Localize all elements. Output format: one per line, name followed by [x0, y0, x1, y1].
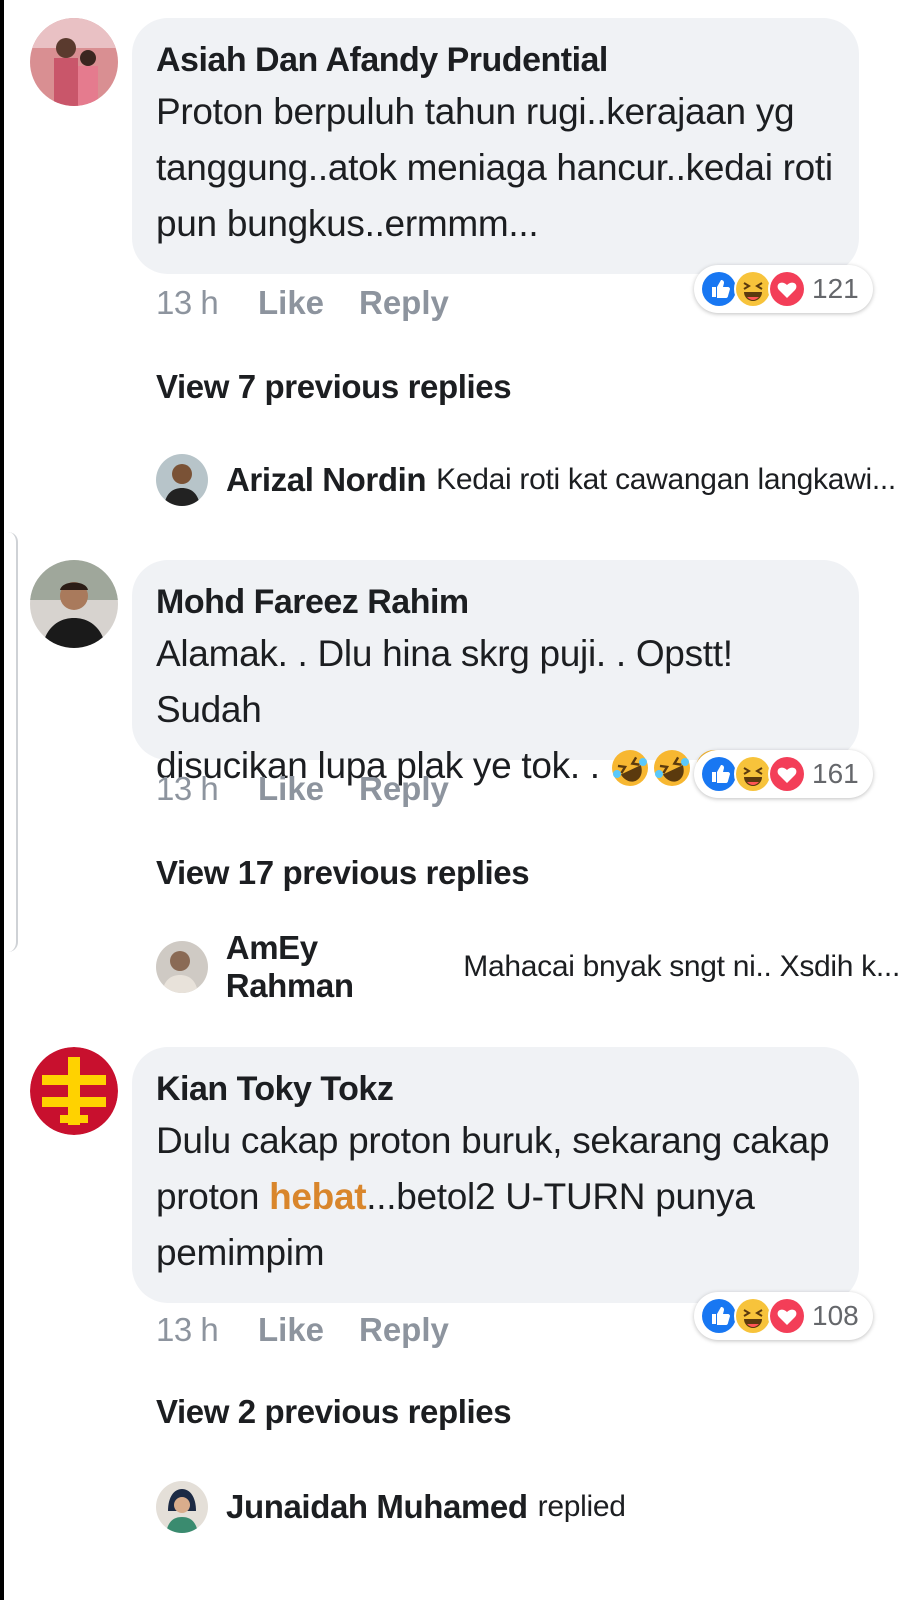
comment-author[interactable]: Asiah Dan Afandy Prudential: [156, 40, 835, 80]
rolling-laughing-emoji: [611, 750, 648, 787]
love-icon: [768, 755, 806, 793]
reply-avatar[interactable]: [156, 454, 208, 506]
comment-actions: 13 h Like Reply: [156, 1311, 449, 1349]
reply-preview[interactable]: AmEy Rahman Mahacai bnyak sngt ni.. Xsdi…: [156, 929, 900, 1005]
comment-timestamp[interactable]: 13 h: [156, 284, 258, 322]
comment-actions: 13 h Like Reply: [156, 770, 449, 808]
rolling-laughing-emoji: [653, 750, 690, 787]
like-button[interactable]: Like: [258, 770, 359, 808]
reply-text: Mahacai bnyak sngt ni.. Xsdih k...: [463, 950, 900, 983]
avatar[interactable]: [30, 560, 118, 648]
haha-icon: [734, 1297, 772, 1335]
reply-text: replied: [537, 1490, 626, 1523]
comment-timestamp[interactable]: 13 h: [156, 770, 258, 808]
comment-timestamp[interactable]: 13 h: [156, 1311, 258, 1349]
comment-author[interactable]: Mohd Fareez Rahim: [156, 582, 835, 622]
comment-text: Dulu cakap proton buruk, sekarang cakap …: [156, 1113, 835, 1281]
comment-actions: 13 h Like Reply: [156, 284, 449, 322]
reply-author[interactable]: Arizal Nordin: [226, 461, 427, 499]
reply-text: Kedai roti kat cawangan langkawi...: [436, 463, 896, 496]
reply-preview[interactable]: Arizal Nordin Kedai roti kat cawangan la…: [156, 445, 896, 515]
reply-author[interactable]: AmEy Rahman: [226, 929, 454, 1005]
haha-icon: [734, 270, 772, 308]
comment-bubble: Asiah Dan Afandy Prudential Proton berpu…: [132, 18, 859, 274]
view-previous-replies-link[interactable]: View 17 previous replies: [156, 854, 530, 892]
comment-bubble: Mohd Fareez Rahim Alamak. . Dlu hina skr…: [132, 560, 859, 787]
like-button[interactable]: Like: [258, 284, 359, 322]
reply-button[interactable]: Reply: [359, 284, 449, 322]
reply-button[interactable]: Reply: [359, 770, 449, 808]
avatar[interactable]: [30, 1047, 118, 1135]
like-button[interactable]: Like: [258, 1311, 359, 1349]
comment-author[interactable]: Kian Toky Tokz: [156, 1069, 835, 1109]
scroll-indicator: [6, 532, 18, 952]
screen-edge: [0, 0, 4, 1600]
reaction-count: 121: [812, 273, 859, 304]
reply-author[interactable]: Junaidah Muhamed: [226, 1488, 528, 1526]
reaction-count: 161: [812, 758, 859, 789]
like-icon: [700, 1297, 738, 1335]
like-icon: [700, 755, 738, 793]
like-icon: [700, 270, 738, 308]
love-icon: [768, 1297, 806, 1335]
hashtag-link[interactable]: hebat: [269, 1176, 366, 1217]
haha-icon: [734, 755, 772, 793]
comment-text: Proton berpuluh tahun rugi..kerajaan yg …: [156, 91, 833, 244]
reply-button[interactable]: Reply: [359, 1311, 449, 1349]
reaction-count: 108: [812, 1300, 859, 1331]
reply-avatar[interactable]: [156, 1481, 208, 1533]
love-icon: [768, 270, 806, 308]
comment-text-line: Alamak. . Dlu hina skrg puji. . Opstt! S…: [156, 633, 733, 730]
reply-preview[interactable]: Junaidah Muhamed replied: [156, 1472, 626, 1542]
reply-avatar[interactable]: [156, 941, 208, 993]
reaction-summary[interactable]: 161: [694, 750, 873, 798]
reaction-summary[interactable]: 108: [694, 1292, 873, 1340]
reaction-summary[interactable]: 121: [694, 265, 873, 313]
avatar[interactable]: [30, 18, 118, 106]
comment-bubble: Kian Toky Tokz Dulu cakap proton buruk, …: [132, 1047, 859, 1303]
view-previous-replies-link[interactable]: View 7 previous replies: [156, 368, 512, 406]
view-previous-replies-link[interactable]: View 2 previous replies: [156, 1393, 512, 1431]
